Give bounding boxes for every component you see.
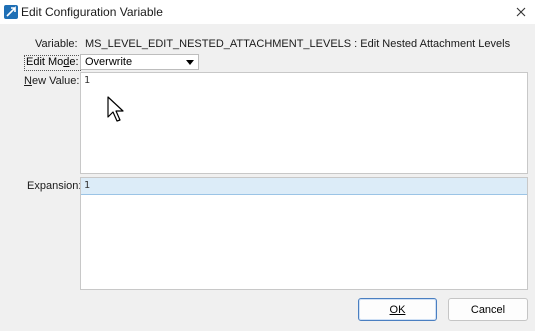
edit-mode-dropdown[interactable]: Overwrite: [80, 54, 199, 70]
window-title: Edit Configuration Variable: [21, 5, 163, 19]
new-value-label: New Value:: [24, 75, 80, 87]
close-button[interactable]: [510, 3, 532, 21]
variable-value: MS_LEVEL_EDIT_NESTED_ATTACHMENT_LEVELS :…: [85, 38, 511, 50]
close-icon[interactable]: [516, 7, 526, 17]
chevron-down-icon: [186, 60, 194, 65]
new-value-textarea[interactable]: 1: [80, 72, 528, 174]
title-bar: Edit Configuration Variable: [0, 0, 535, 24]
edit-mode-label: Edit Mode:: [24, 55, 81, 71]
expansion-label: Expansion:: [27, 180, 82, 192]
expansion-textarea[interactable]: 1: [80, 177, 528, 290]
variable-label: Variable:: [35, 38, 78, 50]
mouse-pointer-icon: [107, 96, 124, 122]
cancel-button-label: Cancel: [470, 303, 506, 316]
cancel-button[interactable]: Cancel: [448, 298, 528, 321]
expansion-text: 1: [84, 180, 91, 191]
edit-mode-value: Overwrite: [85, 56, 133, 68]
ok-button-label: OK: [389, 303, 406, 316]
expansion-selected-line: [81, 178, 527, 195]
ok-button[interactable]: OK: [358, 298, 437, 321]
new-value-text: 1: [84, 75, 91, 86]
app-icon: [4, 5, 18, 19]
